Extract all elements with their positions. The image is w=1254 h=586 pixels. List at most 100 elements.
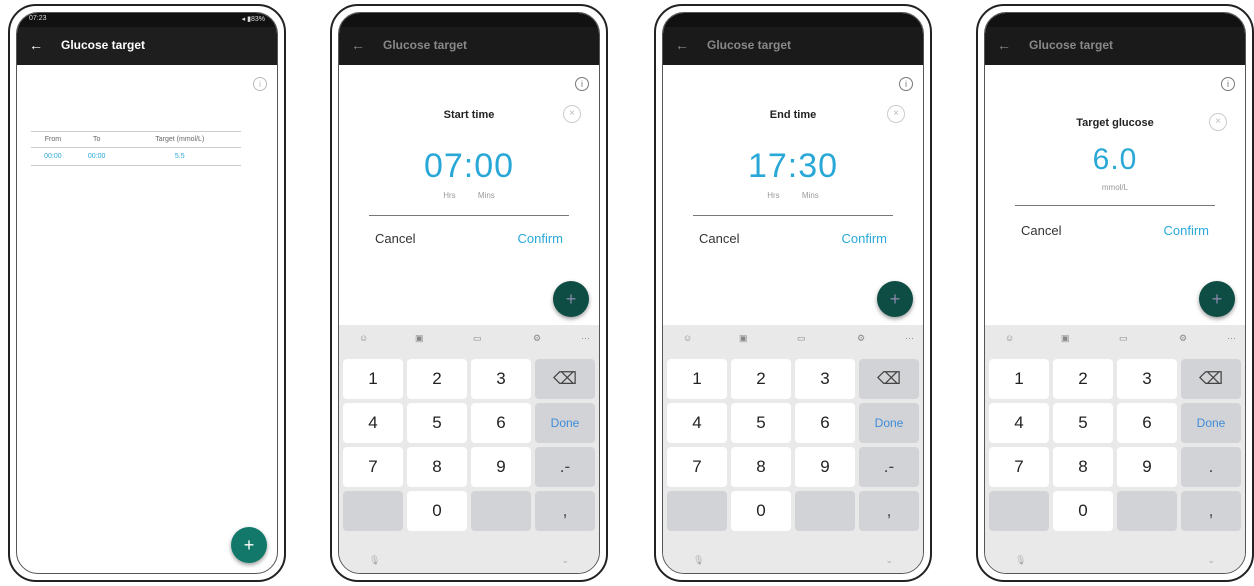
key-8[interactable]: 8 bbox=[407, 447, 467, 487]
table-row[interactable]: 00:00 00:00 5.5 bbox=[31, 147, 241, 166]
key-7[interactable]: 7 bbox=[343, 447, 403, 487]
status-bar bbox=[339, 13, 599, 27]
key-7[interactable]: 7 bbox=[989, 447, 1049, 487]
close-icon[interactable]: × bbox=[563, 105, 581, 123]
phone-frame-2: ← Glucose target i + Start time × 07:00 … bbox=[330, 4, 608, 582]
emoji-icon[interactable]: ☺ bbox=[359, 333, 368, 343]
confirm-button[interactable]: Confirm bbox=[841, 231, 887, 246]
decimal-key[interactable]: . bbox=[1181, 447, 1241, 487]
key-0[interactable]: 0 bbox=[407, 491, 467, 531]
key-0[interactable]: 0 bbox=[1053, 491, 1113, 531]
mic-icon[interactable]: 🎙 bbox=[369, 555, 380, 566]
glucose-input[interactable]: 6.0 bbox=[993, 143, 1237, 177]
key-5[interactable]: 5 bbox=[1053, 403, 1113, 443]
key-3[interactable]: 3 bbox=[1117, 359, 1177, 399]
key-4[interactable]: 4 bbox=[667, 403, 727, 443]
clipboard-icon[interactable]: ▭ bbox=[473, 333, 482, 344]
mic-icon[interactable]: 🎙 bbox=[693, 555, 704, 566]
key-8[interactable]: 8 bbox=[731, 447, 791, 487]
key-5[interactable]: 5 bbox=[731, 403, 791, 443]
blank-key bbox=[795, 491, 855, 531]
cancel-button[interactable]: Cancel bbox=[699, 231, 739, 246]
back-arrow-icon: ← bbox=[351, 37, 365, 53]
key-2[interactable]: 2 bbox=[407, 359, 467, 399]
done-key[interactable]: Done bbox=[1181, 403, 1241, 443]
comma-key[interactable]: , bbox=[1181, 491, 1241, 531]
hide-keyboard-icon[interactable]: ⌄ bbox=[885, 555, 893, 566]
key-9[interactable]: 9 bbox=[471, 447, 531, 487]
sticker-icon[interactable]: ▣ bbox=[415, 333, 424, 344]
key-6[interactable]: 6 bbox=[471, 403, 531, 443]
emoji-icon[interactable]: ☺ bbox=[683, 333, 692, 343]
backspace-key[interactable]: ⌫ bbox=[859, 359, 919, 399]
hide-keyboard-icon[interactable]: ⌄ bbox=[1207, 555, 1215, 566]
key-3[interactable]: 3 bbox=[795, 359, 855, 399]
status-bar bbox=[663, 13, 923, 27]
status-time: 07:23 bbox=[29, 15, 47, 22]
row-target[interactable]: 5.5 bbox=[118, 147, 241, 166]
hide-keyboard-icon[interactable]: ⌄ bbox=[561, 555, 569, 566]
done-key[interactable]: Done bbox=[859, 403, 919, 443]
key-3[interactable]: 3 bbox=[471, 359, 531, 399]
settings-icon[interactable]: ⚙ bbox=[533, 333, 541, 344]
backspace-key[interactable]: ⌫ bbox=[1181, 359, 1241, 399]
back-arrow-icon[interactable]: ← bbox=[29, 37, 43, 53]
confirm-button[interactable]: Confirm bbox=[517, 231, 563, 246]
key-0[interactable]: 0 bbox=[731, 491, 791, 531]
key-5[interactable]: 5 bbox=[407, 403, 467, 443]
comma-key[interactable]: , bbox=[859, 491, 919, 531]
keyboard-toolbar: ☺ ▣ ▭ ⚙ ··· bbox=[985, 329, 1245, 351]
more-icon[interactable]: ··· bbox=[581, 333, 590, 343]
divider bbox=[693, 215, 893, 216]
key-4[interactable]: 4 bbox=[989, 403, 1049, 443]
time-input[interactable]: 07:00 bbox=[347, 147, 591, 186]
key-1[interactable]: 1 bbox=[989, 359, 1049, 399]
row-from[interactable]: 00:00 bbox=[31, 147, 75, 166]
key-9[interactable]: 9 bbox=[1117, 447, 1177, 487]
settings-icon[interactable]: ⚙ bbox=[857, 333, 865, 344]
minus-key[interactable]: .- bbox=[859, 447, 919, 487]
keypad: 1 2 3 ⌫ 4 5 6 Done 7 8 9 .- 0 , bbox=[667, 359, 919, 531]
numeric-keyboard: ☺ ▣ ▭ ⚙ ··· 1 2 3 ⌫ 4 5 6 Done 7 8 9 .- … bbox=[663, 325, 923, 573]
key-6[interactable]: 6 bbox=[795, 403, 855, 443]
key-7[interactable]: 7 bbox=[667, 447, 727, 487]
settings-icon[interactable]: ⚙ bbox=[1179, 333, 1187, 344]
key-4[interactable]: 4 bbox=[343, 403, 403, 443]
clipboard-icon[interactable]: ▭ bbox=[797, 333, 806, 344]
cancel-button[interactable]: Cancel bbox=[1021, 223, 1061, 238]
blank-key bbox=[1117, 491, 1177, 531]
status-bar: 07:23 ◂ ▮83% bbox=[17, 13, 277, 27]
info-icon[interactable]: i bbox=[253, 77, 267, 91]
sticker-icon[interactable]: ▣ bbox=[739, 333, 748, 344]
key-8[interactable]: 8 bbox=[1053, 447, 1113, 487]
key-2[interactable]: 2 bbox=[1053, 359, 1113, 399]
minus-key[interactable]: .- bbox=[535, 447, 595, 487]
comma-key[interactable]: , bbox=[535, 491, 595, 531]
mic-icon[interactable]: 🎙 bbox=[1015, 555, 1026, 566]
cancel-button[interactable]: Cancel bbox=[375, 231, 415, 246]
keyboard-toolbar: ☺ ▣ ▭ ⚙ ··· bbox=[339, 329, 599, 351]
sticker-icon[interactable]: ▣ bbox=[1061, 333, 1070, 344]
confirm-button[interactable]: Confirm bbox=[1163, 223, 1209, 238]
key-6[interactable]: 6 bbox=[1117, 403, 1177, 443]
clipboard-icon[interactable]: ▭ bbox=[1119, 333, 1128, 344]
done-key[interactable]: Done bbox=[535, 403, 595, 443]
key-9[interactable]: 9 bbox=[795, 447, 855, 487]
key-1[interactable]: 1 bbox=[343, 359, 403, 399]
divider bbox=[1015, 205, 1215, 206]
screen-target-glucose: ← Glucose target i + Target glucose × 6.… bbox=[984, 12, 1246, 574]
back-arrow-icon: ← bbox=[997, 37, 1011, 53]
more-icon[interactable]: ··· bbox=[905, 333, 914, 343]
backspace-key[interactable]: ⌫ bbox=[535, 359, 595, 399]
close-icon[interactable]: × bbox=[887, 105, 905, 123]
close-icon[interactable]: × bbox=[1209, 113, 1227, 131]
blank-key bbox=[667, 491, 727, 531]
row-to[interactable]: 00:00 bbox=[74, 147, 119, 166]
emoji-icon[interactable]: ☺ bbox=[1005, 333, 1014, 343]
more-icon[interactable]: ··· bbox=[1227, 333, 1236, 343]
key-1[interactable]: 1 bbox=[667, 359, 727, 399]
key-2[interactable]: 2 bbox=[731, 359, 791, 399]
page-title: Glucose target bbox=[383, 38, 468, 52]
time-input[interactable]: 17:30 bbox=[671, 147, 915, 186]
add-button[interactable]: + bbox=[231, 527, 267, 563]
